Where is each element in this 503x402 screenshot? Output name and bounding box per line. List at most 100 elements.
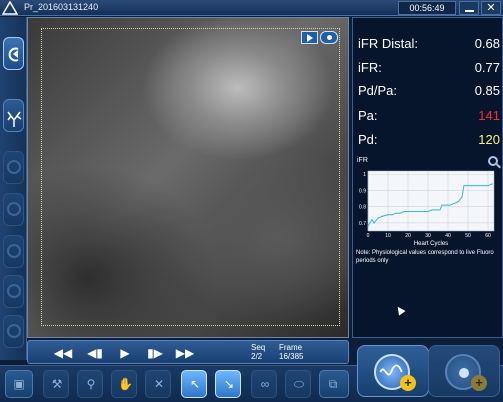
monitor-button[interactable]: ▣ [5, 370, 33, 398]
angio-tree-button[interactable] [3, 99, 24, 132]
ifr-point [435, 209, 437, 211]
ifr-point [479, 184, 481, 187]
ifr-point [431, 209, 433, 211]
x-tick-label: 50 [465, 233, 471, 239]
minimize-button[interactable] [459, 1, 479, 15]
roi-button[interactable] [3, 275, 24, 308]
app-window: Pr_201603131240 00:56:49 ✕ ◀◀ ◀▮ ▶ ▮▶ ▶▶… [0, 0, 503, 402]
ifr-point [399, 212, 401, 214]
frame-value: 16/385 [279, 352, 304, 361]
ifr-chart-panel: iFR 0 10 20 30 40 50 60 0.7 0.8 0.9 1 Heart Cycles … [354, 155, 501, 338]
viewer-controls [301, 31, 339, 45]
ifr-point [381, 215, 383, 218]
capsule-icon: ⬭ [293, 377, 305, 391]
roi-icon [7, 284, 21, 298]
metric-value: 0.77 [474, 60, 500, 75]
ifr-point [445, 204, 447, 206]
screens-button[interactable]: ⧉ [319, 370, 349, 398]
x-tick-label: 40 [445, 233, 451, 239]
step-forward-button[interactable]: ▮▶ [144, 345, 166, 361]
capsule-button[interactable]: ⬭ [285, 370, 311, 398]
ifr-point [427, 210, 429, 213]
metric-value: 141 [478, 108, 500, 123]
ifr-point [387, 214, 389, 216]
figure-icon: ⚲ [86, 377, 96, 391]
pen-button[interactable] [3, 193, 24, 226]
region-frame [41, 28, 340, 326]
frame-label: Frame [279, 343, 303, 352]
metric-pa: Pa: 141 [358, 108, 500, 126]
fast-forward-button[interactable]: ▶▶ [174, 345, 196, 361]
ifr-point [467, 184, 469, 187]
eye-icon[interactable] [320, 31, 338, 44]
play-button[interactable]: ▶ [114, 345, 136, 361]
plus-icon: + [400, 375, 416, 391]
y-tick-label: 0.7 [359, 221, 366, 227]
pen-icon [7, 202, 21, 216]
back-button[interactable] [3, 37, 24, 70]
measure-button[interactable] [3, 235, 24, 268]
x-tick-label: 0 [367, 233, 370, 239]
monitor-icon: ▣ [13, 377, 25, 391]
ifr-point [439, 209, 441, 211]
ifr-point [453, 202, 455, 205]
cross-button[interactable]: ✕ [145, 370, 171, 398]
title-bar: Pr_201603131240 00:56:49 ✕ [0, 0, 503, 16]
select-button[interactable]: ↖ [181, 370, 207, 398]
x-tick-label: 10 [385, 233, 391, 239]
ifr-point [471, 184, 473, 187]
settings-button[interactable] [3, 315, 24, 348]
y-tick-label: 0.8 [359, 205, 366, 211]
point-button[interactable]: ↘ [215, 370, 241, 398]
metric-pd: Pd: 120 [358, 132, 500, 150]
y-tick-label: 0.9 [359, 188, 366, 194]
ifr-point [395, 212, 397, 214]
ifr-point [449, 204, 451, 206]
ifr-point [491, 183, 493, 185]
chart-title: iFR [357, 157, 368, 164]
ifr-point [391, 214, 393, 216]
metric-pd-pa: Pd/Pa: 0.85 [358, 83, 500, 101]
metric-label: Pa: [358, 108, 378, 123]
ifr-point [487, 184, 489, 187]
link-button[interactable]: ∞ [251, 370, 277, 398]
clock: 00:56:49 [398, 1, 456, 15]
zoom-icon [7, 160, 21, 174]
metric-ifr: iFR: 0.77 [358, 60, 500, 78]
logo-icon [2, 1, 18, 15]
gavel-icon: ⚒ [51, 377, 63, 391]
gavel-button[interactable]: ⚒ [43, 370, 69, 398]
metric-label: iFR Distal: [358, 36, 418, 51]
close-button[interactable]: ✕ [481, 1, 501, 15]
ifr-point [441, 204, 443, 206]
ifr-point [371, 219, 373, 221]
metric-value: 0.68 [474, 36, 500, 51]
figure-button[interactable]: ⚲ [77, 370, 103, 398]
add-recording-button[interactable]: + [428, 345, 500, 397]
sequence-frame-readout: Seq Frame 2/2 16/385 [251, 343, 346, 363]
ifr-point [457, 201, 459, 203]
measure-icon [7, 244, 21, 258]
playback-bar: ◀◀ ◀▮ ▶ ▮▶ ▶▶ Seq Frame 2/2 16/385 [27, 340, 349, 364]
add-measurement-button[interactable]: + [357, 345, 429, 397]
zoom-icon[interactable] [488, 156, 498, 166]
step-back-button[interactable]: ◀▮ [84, 345, 106, 361]
rewind-button[interactable]: ◀◀ [52, 345, 74, 361]
ifr-point [419, 210, 421, 213]
x-tick-label: 60 [485, 233, 491, 239]
zoom-button[interactable] [3, 151, 24, 184]
link-icon: ∞ [260, 377, 270, 391]
seq-value: 2/2 [251, 352, 263, 361]
x-tick-label: 30 [425, 233, 431, 239]
hand-button[interactable]: ✋ [111, 370, 137, 398]
patient-title: Pr_201603131240 [24, 2, 99, 12]
metric-value: 0.85 [474, 83, 500, 98]
hand-icon: ✋ [118, 377, 133, 391]
left-sidebar [0, 17, 27, 360]
ifr-point [461, 196, 463, 198]
ifr-point [411, 210, 413, 213]
angiography-viewer[interactable] [27, 17, 349, 338]
live-play-button[interactable] [301, 31, 318, 44]
ifr-point [463, 184, 465, 187]
seq-label: Seq [251, 343, 266, 352]
